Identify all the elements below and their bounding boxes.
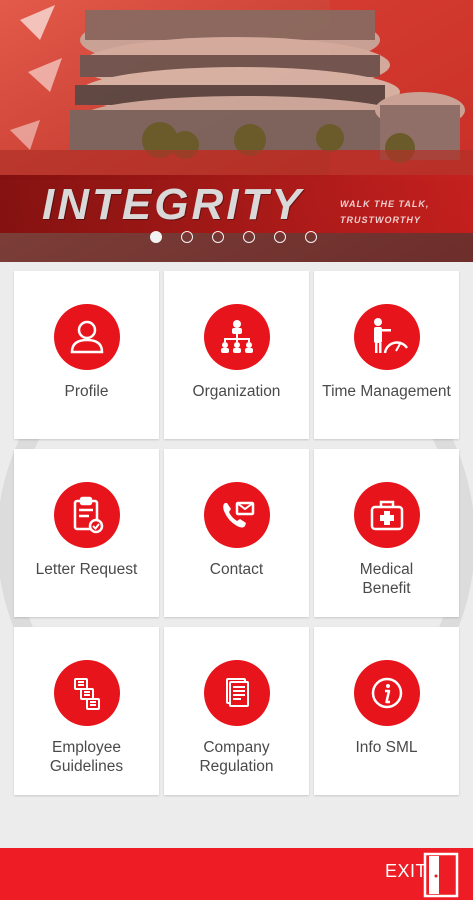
tagline-line-1: WALK THE TALK, — [340, 199, 430, 209]
menu-label: Employee Guidelines — [14, 738, 159, 776]
menu-label-line-2: Benefit — [362, 580, 411, 597]
menu-tile-time-management[interactable]: Time Management — [314, 271, 459, 439]
document-stack-icon — [204, 660, 270, 726]
menu-label: Organization — [192, 383, 281, 400]
menu-label-line-2: Regulation — [199, 758, 274, 775]
menu-tile-info-sml[interactable]: Info SML — [314, 627, 459, 795]
menu-tile-medical-benefit[interactable]: Medical Benefit — [314, 449, 459, 617]
carousel-dot-1[interactable] — [150, 231, 162, 243]
medical-kit-icon — [354, 482, 420, 548]
menu-tile-organization[interactable]: Organization — [164, 271, 309, 439]
menu-label: Medical Benefit — [314, 560, 459, 598]
carousel-dot-2[interactable] — [181, 231, 193, 243]
exit-button-label[interactable]: EXIT — [385, 861, 427, 882]
menu-tile-employee-guidelines[interactable]: Employee Guidelines — [14, 627, 159, 795]
menu-grid: Profile Organization Time Management Let… — [14, 271, 461, 797]
carousel-dot-4[interactable] — [243, 231, 255, 243]
user-icon — [54, 304, 120, 370]
menu-label: Company Regulation — [164, 738, 309, 776]
banner-tagline: WALK THE TALK, TRUSTWORTHY — [340, 196, 460, 228]
tagline-line-2: TRUSTWORTHY — [340, 215, 421, 225]
menu-tile-contact[interactable]: Contact — [164, 449, 309, 617]
menu-label-line-1: Medical — [359, 561, 414, 578]
speedometer-person-icon — [354, 304, 420, 370]
carousel-dot-5[interactable] — [274, 231, 286, 243]
menu-label: Profile — [64, 383, 109, 400]
menu-label: Letter Request — [35, 561, 138, 578]
carousel-indicators[interactable] — [150, 231, 317, 243]
documents-icon — [54, 660, 120, 726]
menu-tile-company-regulation[interactable]: Company Regulation — [164, 627, 309, 795]
org-chart-icon — [204, 304, 270, 370]
info-icon — [354, 660, 420, 726]
carousel-dot-3[interactable] — [212, 231, 224, 243]
exit-door-icon[interactable] — [423, 852, 459, 898]
menu-label-line-2: Guidelines — [49, 758, 124, 775]
menu-label-line-1: Company — [203, 739, 270, 756]
clipboard-check-icon — [54, 482, 120, 548]
carousel-dot-6[interactable] — [305, 231, 317, 243]
menu-tile-letter-request[interactable]: Letter Request — [14, 449, 159, 617]
menu-label: Info SML — [355, 739, 418, 756]
menu-label: Contact — [209, 561, 264, 578]
hero-banner[interactable]: INTEGRITY WALK THE TALK, TRUSTWORTHY — [0, 0, 473, 262]
menu-label-line-1: Employee — [52, 739, 121, 756]
phone-mail-icon — [204, 482, 270, 548]
banner-title: INTEGRITY — [42, 180, 304, 229]
menu-label: Time Management — [322, 383, 451, 400]
menu-tile-profile[interactable]: Profile — [14, 271, 159, 439]
